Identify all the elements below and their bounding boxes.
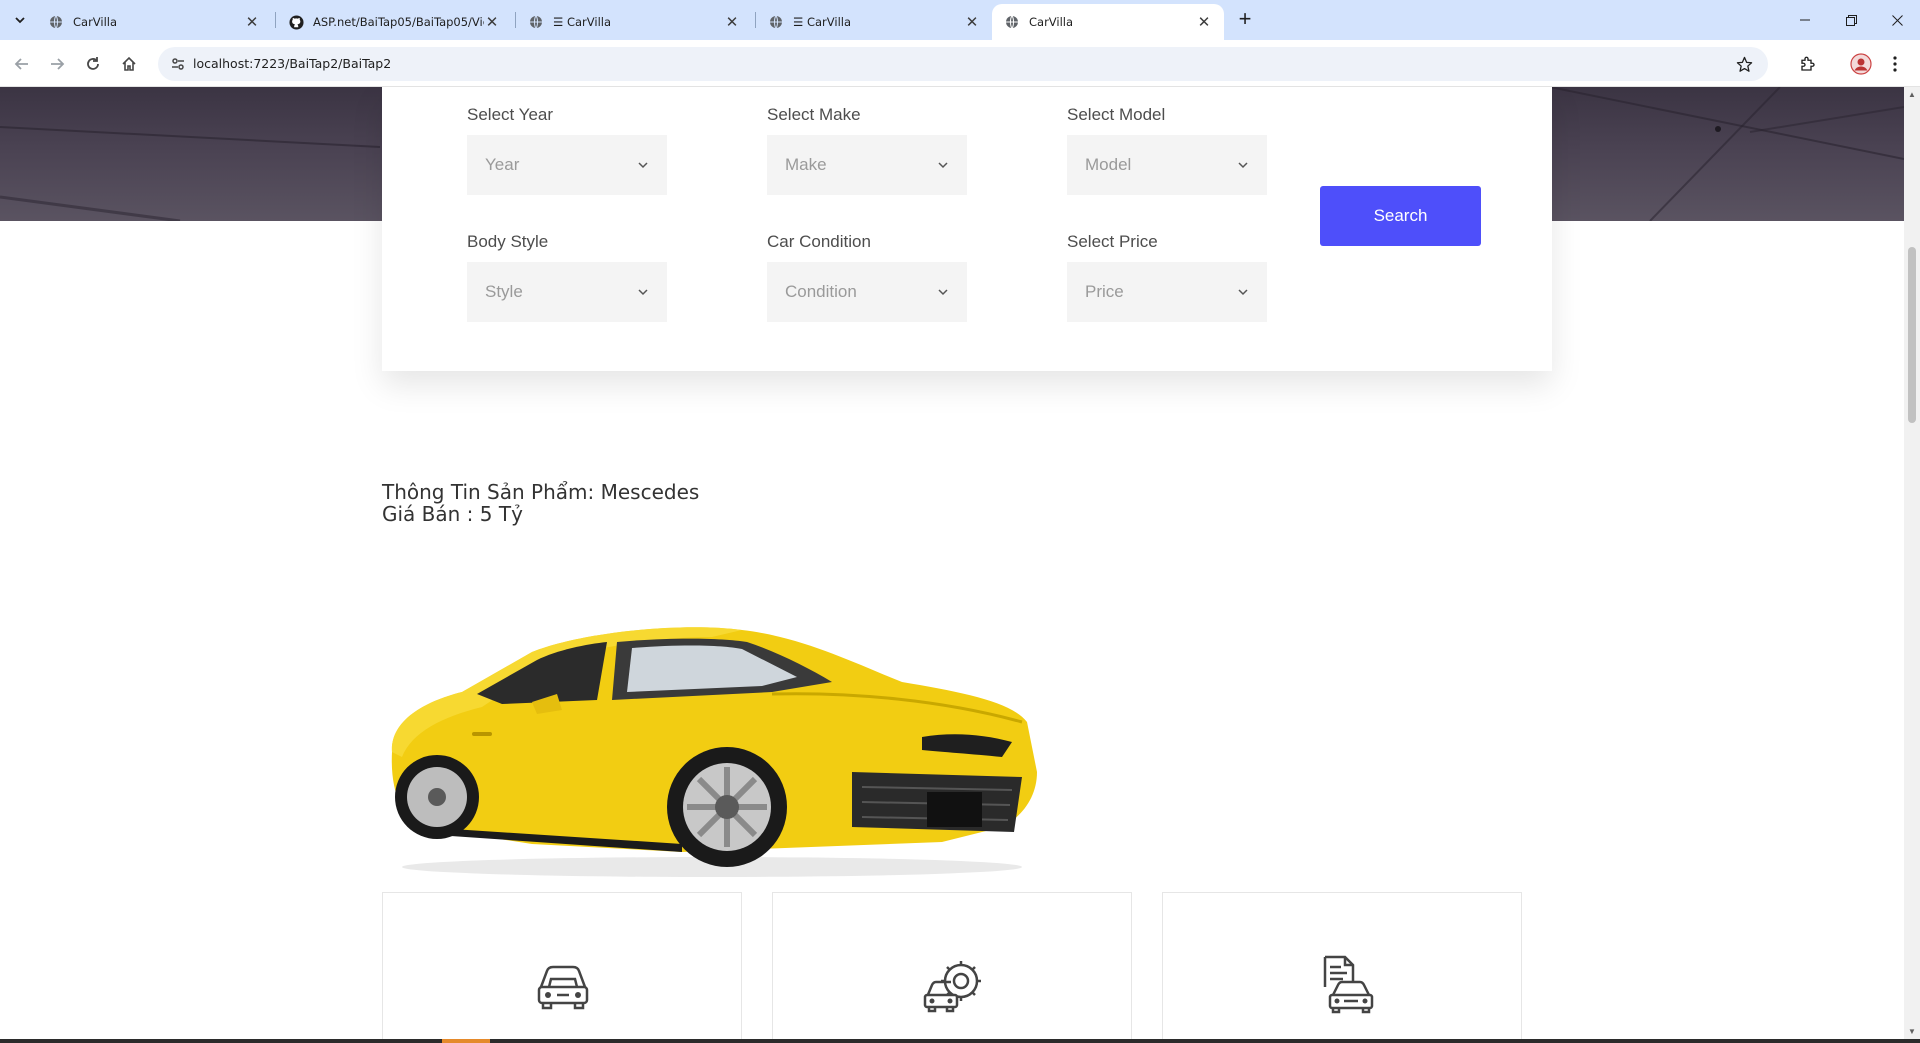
- model-select-value: Model: [1085, 155, 1132, 174]
- product-title: Thông Tin Sản Phẩm: Mescedes: [382, 480, 700, 504]
- address-bar[interactable]: localhost:7223/BaiTap2/BaiTap2: [158, 47, 1768, 81]
- site-info-icon[interactable]: [166, 52, 190, 76]
- tab-title: CarVilla: [1029, 15, 1074, 29]
- chevron-down-icon: [937, 286, 949, 298]
- car-search-form: Select Year Year Select Make Make Select…: [382, 87, 1552, 371]
- forward-arrow-icon[interactable]: [43, 50, 71, 78]
- body-style-field: Body Style Style: [467, 232, 667, 322]
- body-style-select-value: Style: [485, 282, 523, 301]
- globe-icon: [1004, 14, 1020, 30]
- address-url[interactable]: localhost:7223/BaiTap2/BaiTap2: [193, 56, 391, 71]
- condition-select[interactable]: Condition: [767, 262, 967, 322]
- tab-search-chevron-icon[interactable]: [8, 8, 32, 32]
- chevron-down-icon: [1237, 286, 1249, 298]
- body-style-label: Body Style: [467, 232, 549, 251]
- extensions-puzzle-icon[interactable]: [1794, 50, 1822, 78]
- profile-avatar[interactable]: [1847, 50, 1875, 78]
- tab-title: ASP.net/BaiTap05/BaiTap05/Vie: [313, 15, 484, 29]
- price-field: Select Price Price: [1067, 232, 1267, 322]
- close-tab-icon[interactable]: ✕: [244, 14, 260, 31]
- make-label: Select Make: [767, 105, 861, 124]
- search-button[interactable]: Search: [1320, 186, 1481, 246]
- close-tab-icon[interactable]: ✕: [484, 14, 500, 31]
- price-label: Select Price: [1067, 232, 1158, 251]
- make-select[interactable]: Make: [767, 135, 967, 195]
- restore-icon[interactable]: [1828, 0, 1874, 40]
- service-card-2: [772, 892, 1132, 1041]
- github-icon: [288, 14, 304, 30]
- condition-field: Car Condition Condition: [767, 232, 967, 322]
- globe-icon: [48, 14, 64, 30]
- browser-tab-3[interactable]: ☰ CarVilla ✕: [516, 4, 752, 40]
- chevron-down-icon: [637, 159, 649, 171]
- scrollbar-thumb[interactable]: [1908, 247, 1916, 423]
- browser-toolbar: localhost:7223/BaiTap2/BaiTap2: [0, 40, 1920, 87]
- reload-icon[interactable]: [79, 50, 107, 78]
- page-scrollbar[interactable]: ▲ ▼: [1904, 87, 1920, 1041]
- browser-tab-2[interactable]: ASP.net/BaiTap05/BaiTap05/Vie ✕: [276, 4, 512, 40]
- product-car-image: [382, 582, 1042, 882]
- scroll-up-arrow-icon[interactable]: ▲: [1907, 90, 1917, 100]
- browser-tab-1[interactable]: CarVilla ✕: [36, 4, 272, 40]
- back-arrow-icon[interactable]: [8, 50, 36, 78]
- scroll-down-arrow-icon[interactable]: ▼: [1907, 1027, 1917, 1037]
- price-select-value: Price: [1085, 282, 1124, 301]
- make-select-value: Make: [785, 155, 827, 174]
- chevron-down-icon: [937, 159, 949, 171]
- make-field: Select Make Make: [767, 105, 967, 195]
- browser-tab-bar: CarVilla ✕ ASP.net/BaiTap05/BaiTap05/Vie…: [0, 0, 1920, 40]
- price-select[interactable]: Price: [1067, 262, 1267, 322]
- taskbar-indicator: [442, 1039, 490, 1043]
- globe-icon: [768, 14, 784, 30]
- chevron-down-icon: [1237, 159, 1249, 171]
- taskbar-edge: [0, 1039, 1920, 1043]
- minimize-icon[interactable]: [1782, 0, 1828, 40]
- tab-title: ☰ CarVilla: [793, 15, 852, 29]
- condition-select-value: Condition: [785, 282, 857, 301]
- car-front-icon: [531, 953, 595, 1017]
- product-price: Giá Bán : 5 Tỷ: [382, 502, 523, 526]
- service-card-1: [382, 892, 742, 1041]
- body-style-select[interactable]: Style: [467, 262, 667, 322]
- year-select[interactable]: Year: [467, 135, 667, 195]
- page-viewport: Select Year Year Select Make Make Select…: [0, 87, 1904, 1041]
- car-document-icon: [1311, 953, 1375, 1017]
- browser-tab-4[interactable]: ☰ CarVilla ✕: [756, 4, 992, 40]
- close-window-icon[interactable]: [1874, 0, 1920, 40]
- close-tab-icon[interactable]: ✕: [964, 14, 980, 31]
- close-tab-icon[interactable]: ✕: [1196, 14, 1212, 31]
- tab-title: ☰ CarVilla: [553, 15, 612, 29]
- condition-label: Car Condition: [767, 232, 871, 251]
- car-repair-gear-icon: [921, 953, 985, 1017]
- close-tab-icon[interactable]: ✕: [724, 14, 740, 31]
- chevron-down-icon: [637, 286, 649, 298]
- browser-menu-dots-icon[interactable]: [1885, 50, 1905, 78]
- bookmark-star-icon[interactable]: [1732, 52, 1756, 76]
- model-field: Select Model Model: [1067, 105, 1267, 195]
- home-icon[interactable]: [115, 50, 143, 78]
- year-label: Select Year: [467, 105, 554, 124]
- model-select[interactable]: Model: [1067, 135, 1267, 195]
- year-select-value: Year: [485, 155, 520, 174]
- year-field: Select Year Year: [467, 105, 667, 195]
- new-tab-plus-icon[interactable]: +: [1233, 8, 1257, 32]
- browser-tab-active[interactable]: CarVilla ✕: [992, 4, 1224, 40]
- globe-icon: [528, 14, 544, 30]
- model-label: Select Model: [1067, 105, 1166, 124]
- tab-title: CarVilla: [73, 15, 118, 29]
- service-card-3: [1162, 892, 1522, 1041]
